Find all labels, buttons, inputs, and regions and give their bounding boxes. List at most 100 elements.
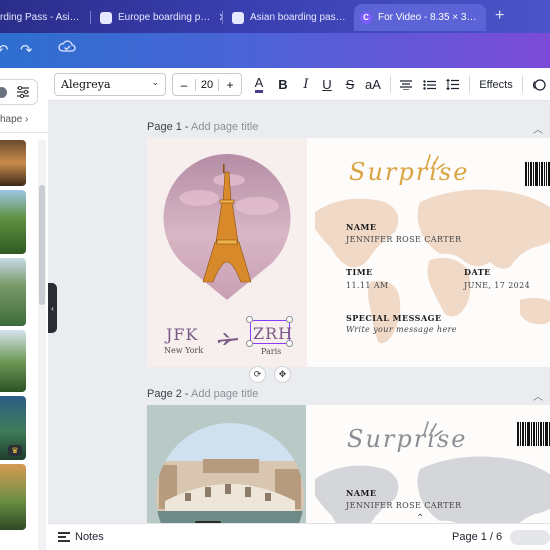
- collapse-page-icon[interactable]: ︿: [533, 121, 543, 136]
- font-family-value: Alegreya: [61, 78, 111, 91]
- animate-icon[interactable]: [530, 74, 548, 95]
- sparkle-icon: [425, 154, 445, 170]
- page-title-placeholder[interactable]: Add page title: [191, 388, 258, 400]
- name-label[interactable]: NAME: [346, 488, 376, 498]
- premium-crown-icon: ♛: [8, 445, 22, 456]
- tab-title: Asian boarding pas…: [250, 12, 346, 23]
- line-spacing-icon[interactable]: [443, 74, 461, 95]
- page-title-row[interactable]: Page 2 - Add page title: [147, 388, 258, 400]
- chevron-right-icon: ›: [25, 114, 29, 125]
- special-message-value[interactable]: Write your message here: [346, 325, 457, 334]
- tab-separator: [222, 11, 223, 24]
- sparkle-icon: [423, 421, 443, 437]
- time-value[interactable]: 11.11 AM: [346, 281, 389, 290]
- date-value[interactable]: JUNE, 17 2024: [464, 281, 530, 290]
- barcode-graphic: [525, 162, 550, 186]
- browser-tab[interactable]: rding Pass - Asi… ✕: [0, 4, 86, 31]
- panel-search-box[interactable]: [0, 79, 38, 105]
- page-number-label: Page 1 -: [147, 121, 189, 133]
- notes-label: Notes: [75, 531, 104, 543]
- font-size-input[interactable]: 20: [195, 78, 219, 91]
- origin-city[interactable]: New York: [164, 346, 203, 355]
- text-color-button[interactable]: A: [250, 74, 268, 95]
- canva-favicon-icon: [232, 11, 244, 24]
- toolbar-divider: [469, 76, 470, 93]
- close-tab-icon[interactable]: ✕: [484, 11, 486, 24]
- resize-handle[interactable]: [246, 316, 253, 323]
- scroll-up-chevron-icon[interactable]: ⌃: [416, 513, 424, 523]
- venice-photo: [156, 423, 304, 523]
- strikethrough-button[interactable]: S: [341, 74, 359, 95]
- decrease-size-button[interactable]: –: [173, 78, 195, 92]
- letter-case-button[interactable]: aA: [362, 74, 384, 95]
- resize-handle[interactable]: [246, 340, 253, 347]
- name-value[interactable]: JENNIFER ROSE CARTER: [346, 235, 462, 244]
- cloud-save-icon[interactable]: [58, 39, 76, 57]
- collapse-panel-button[interactable]: ‹: [48, 283, 57, 333]
- collapse-page-icon[interactable]: ︿: [533, 388, 543, 403]
- canva-favicon-icon: C: [360, 11, 372, 24]
- filter-icon[interactable]: [16, 85, 30, 101]
- surprise-headline[interactable]: Surprise: [347, 425, 467, 453]
- resize-handle[interactable]: [286, 316, 293, 323]
- photo-thumbnail[interactable]: [0, 140, 26, 186]
- canva-favicon-icon: [100, 11, 112, 24]
- underline-button[interactable]: U: [318, 74, 336, 95]
- boarding-pass-page-1[interactable]: Surprise NAME JENNIFER ROSE CARTER TIME …: [147, 138, 550, 367]
- photo-thumbnail[interactable]: [0, 190, 26, 254]
- page-number-label: Page 2 -: [147, 388, 189, 400]
- tab-separator: [90, 11, 91, 24]
- align-center-icon[interactable]: [397, 74, 415, 95]
- photo-thumbnail[interactable]: [0, 464, 26, 530]
- divider: [0, 132, 48, 133]
- name-value[interactable]: JENNIFER ROSE CARTER: [346, 501, 462, 510]
- increase-size-button[interactable]: +: [219, 78, 241, 92]
- page-title-row[interactable]: Page 1 - Add page title: [147, 121, 258, 133]
- destination-code[interactable]: ZRH: [253, 324, 293, 343]
- effects-button[interactable]: Effects: [476, 74, 516, 95]
- notes-icon: [58, 532, 70, 542]
- text-toolbar: Alegreya ⌄ – 20 + A B I U S aA Effects: [48, 68, 550, 101]
- time-label[interactable]: TIME: [346, 267, 373, 277]
- panel-breadcrumb[interactable]: hape ›: [0, 114, 28, 125]
- destination-city[interactable]: Paris: [261, 347, 281, 356]
- origin-code[interactable]: JFK: [166, 325, 198, 344]
- photo-thumbnail[interactable]: [0, 258, 26, 326]
- toolbar-divider: [390, 76, 391, 93]
- editor-canvas: Page 1 - Add page title ︿ Surprise NAME …: [57, 101, 550, 523]
- panel-scrollbar-thumb[interactable]: [39, 185, 45, 305]
- bold-button[interactable]: B: [274, 74, 292, 95]
- browser-tab-active[interactable]: C For Video - 8.35 × 3… ✕: [354, 4, 486, 31]
- zoom-slider[interactable]: [510, 530, 550, 545]
- tab-title: For Video - 8.35 × 3…: [378, 12, 477, 23]
- airplane-icon: [218, 333, 238, 345]
- date-label[interactable]: DATE: [464, 267, 491, 277]
- rotate-handle-icon[interactable]: ⟳: [249, 366, 266, 383]
- surprise-headline[interactable]: Surprise: [349, 158, 469, 186]
- browser-tab[interactable]: Europe boarding p… ✕: [94, 4, 222, 31]
- world-map-graphic: [315, 456, 550, 523]
- clear-search-icon[interactable]: [0, 87, 7, 98]
- editor-footer: Notes Page 1 / 6: [48, 523, 550, 550]
- photo-thumbnail[interactable]: ♛: [0, 396, 26, 460]
- breadcrumb-label: hape: [0, 114, 23, 125]
- boarding-pass-page-2[interactable]: Surprise NAME JENNIFER ROSE CARTER: [147, 405, 550, 523]
- page-counter[interactable]: Page 1 / 6: [452, 531, 502, 543]
- undo-icon[interactable]: ↶: [0, 41, 9, 59]
- bullet-list-icon[interactable]: [420, 74, 438, 95]
- notes-button[interactable]: Notes: [58, 531, 104, 543]
- special-message-label[interactable]: SPECIAL MESSAGE: [346, 313, 442, 323]
- redo-icon[interactable]: ↷: [20, 41, 33, 59]
- font-family-dropdown[interactable]: Alegreya ⌄: [54, 73, 166, 96]
- name-label[interactable]: NAME: [346, 222, 376, 232]
- barcode-graphic: [517, 422, 550, 446]
- new-tab-button[interactable]: +: [495, 7, 504, 25]
- page-title-placeholder[interactable]: Add page title: [191, 121, 258, 133]
- editor-header-bar: ↶ ↷: [0, 33, 550, 68]
- tab-title: rding Pass - Asi…: [0, 12, 80, 23]
- italic-button[interactable]: I: [297, 74, 315, 95]
- move-handle-icon[interactable]: ✥: [274, 366, 291, 383]
- browser-tab[interactable]: Asian boarding pas… ✕: [226, 4, 354, 31]
- photo-thumbnail[interactable]: [0, 330, 26, 392]
- font-size-stepper[interactable]: – 20 +: [172, 73, 242, 96]
